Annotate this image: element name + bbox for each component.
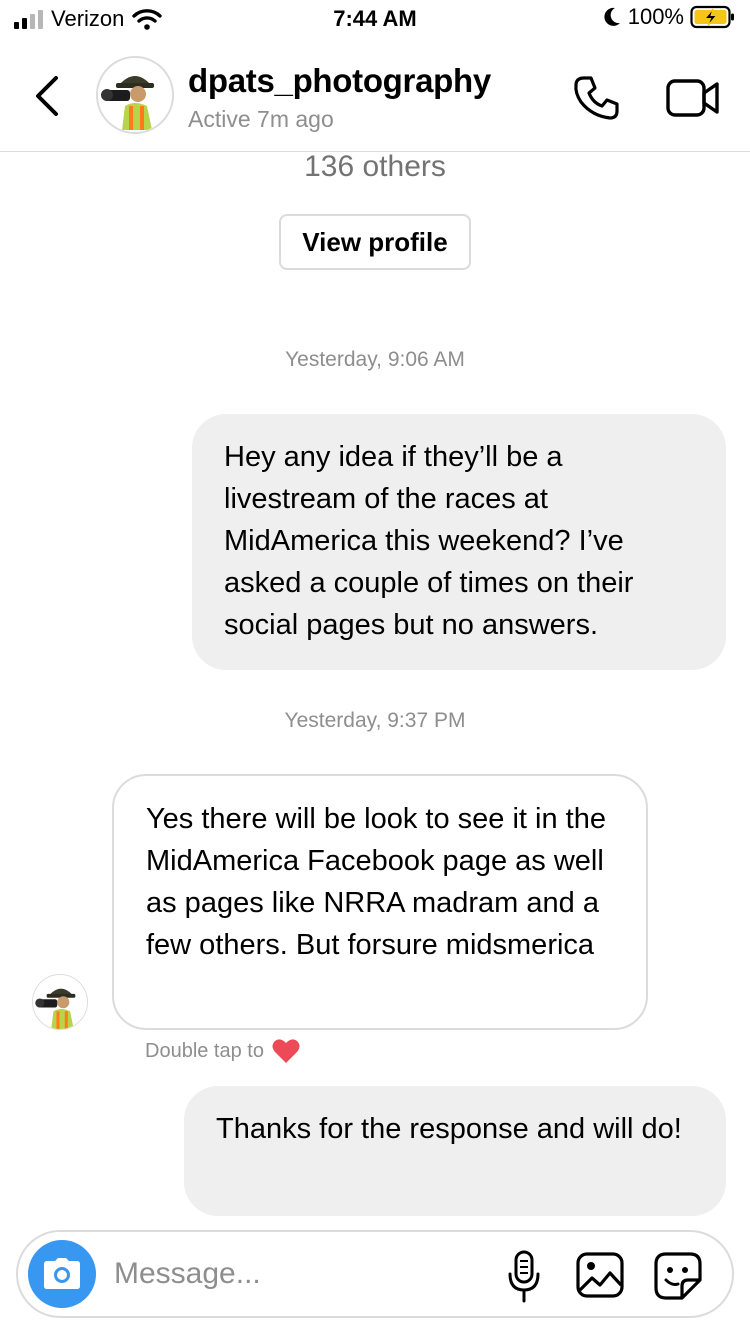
voice-message-button[interactable] — [506, 1250, 542, 1304]
view-profile-button[interactable]: View profile — [279, 214, 471, 270]
photographer-avatar-image — [33, 975, 87, 1029]
sticker-icon — [654, 1252, 702, 1300]
camera-icon — [44, 1258, 80, 1289]
battery-percent: 100% — [627, 4, 684, 29]
video-camera-icon — [666, 79, 719, 117]
double-tap-hint: Double tap to — [145, 1038, 300, 1064]
chat-username[interactable]: dpats_photography — [188, 62, 491, 100]
microphone-icon — [508, 1250, 540, 1303]
message-composer — [16, 1230, 734, 1318]
voice-call-button[interactable] — [572, 74, 620, 122]
direct-message-screen: Verizon 7:44 AM 100% dpats_photography A… — [0, 0, 750, 1334]
message-input[interactable] — [114, 1250, 484, 1298]
phone-icon — [574, 76, 619, 120]
activity-status: Active 7m ago — [188, 106, 334, 132]
mutual-followers-text: 136 others — [304, 150, 446, 183]
message-timestamp: Yesterday, 9:37 PM — [284, 709, 466, 732]
back-arrow-icon — [36, 76, 58, 116]
heart-icon — [272, 1039, 300, 1063]
outgoing-message-bubble[interactable]: Thanks for the response and will do! — [184, 1086, 726, 1216]
gallery-icon — [576, 1252, 624, 1298]
sender-avatar[interactable] — [32, 974, 88, 1030]
avatar[interactable] — [96, 56, 174, 134]
conversation-header: dpats_photography Active 7m ago — [0, 40, 750, 152]
message-timestamp: Yesterday, 9:06 AM — [285, 348, 465, 371]
status-bar: Verizon 7:44 AM 100% — [0, 0, 750, 40]
status-bar-right: 100% — [602, 4, 736, 30]
camera-button[interactable] — [28, 1240, 96, 1308]
incoming-message-bubble[interactable]: Yes there will be look to see it in the … — [112, 774, 648, 1030]
video-call-button[interactable] — [666, 78, 720, 118]
battery-icon — [690, 5, 734, 29]
back-button[interactable] — [30, 74, 64, 118]
moon-icon — [604, 7, 620, 26]
double-tap-text: Double tap to — [145, 1039, 264, 1062]
photographer-avatar-image — [98, 58, 172, 132]
sticker-button[interactable] — [654, 1252, 702, 1300]
gallery-button[interactable] — [576, 1252, 624, 1298]
outgoing-message-bubble[interactable]: Hey any idea if they’ll be a livestream … — [192, 414, 726, 670]
